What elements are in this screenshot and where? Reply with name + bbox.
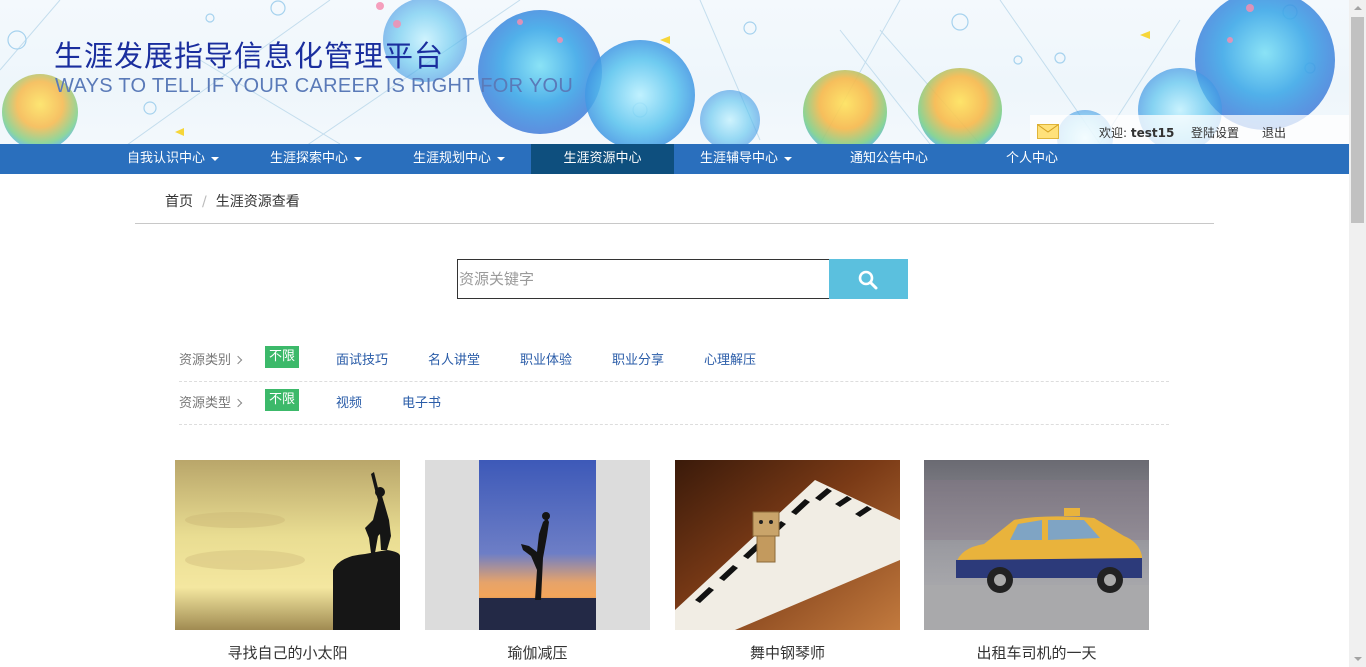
filter-option-sharing[interactable]: 职业分享 (612, 349, 664, 368)
resource-card[interactable]: 出租车司机的一天 (924, 460, 1149, 662)
nav-label: 个人中心 (1005, 151, 1058, 166)
nav-label: 生涯探索中心 (269, 151, 348, 166)
nav-notices[interactable]: 通知公告中心 (818, 144, 960, 174)
welcome-text: 欢迎: test15 (1099, 124, 1174, 141)
nav-guidance[interactable]: 生涯辅导中心 (675, 144, 817, 174)
resource-thumbnail[interactable] (924, 460, 1149, 630)
filter-type: 资源类型 不限 视频 电子书 (179, 382, 1169, 425)
nav-planning[interactable]: 生涯规划中心 (388, 144, 530, 174)
filter-option-lectures[interactable]: 名人讲堂 (428, 349, 480, 368)
resource-title[interactable]: 寻找自己的小太阳 (175, 642, 400, 663)
user-bar: 欢迎: test15 登陆设置 退出 (1030, 115, 1349, 144)
caret-down-icon (354, 156, 362, 161)
filter-option-ebook[interactable]: 电子书 (402, 392, 441, 411)
caret-down-icon (784, 156, 792, 161)
filter-option-experience[interactable]: 职业体验 (520, 349, 572, 368)
resource-card[interactable]: 舞中钢琴师 (675, 460, 900, 662)
header-banner: 生涯发展指导信息化管理平台 WAYS TO TELL IF YOUR CAREE… (0, 0, 1349, 144)
nav-label: 生涯资源中心 (563, 151, 642, 166)
filter-label: 资源类别 (179, 349, 243, 368)
caret-down-icon (211, 156, 219, 161)
filter-option-stress-relief[interactable]: 心理解压 (704, 349, 756, 368)
nav-self-awareness[interactable]: 自我认识中心 (102, 144, 244, 174)
filter-option-video[interactable]: 视频 (336, 392, 362, 411)
resource-thumbnail[interactable] (675, 460, 900, 630)
filter-option-interview[interactable]: 面试技巧 (336, 349, 388, 368)
nav-resources[interactable]: 生涯资源中心 (531, 144, 674, 174)
main-nav: 自我认识中心 生涯探索中心 生涯规划中心 生涯资源中心 生涯辅导中心 通知公告中… (0, 144, 1349, 174)
mail-icon[interactable] (1037, 124, 1059, 139)
nav-label: 通知公告中心 (849, 151, 928, 166)
breadcrumb: 首页 / 生涯资源查看 (165, 191, 300, 211)
filter-label: 资源类型 (179, 392, 243, 411)
breadcrumb-home[interactable]: 首页 (165, 194, 193, 210)
login-settings-link[interactable]: 登陆设置 (1191, 124, 1239, 141)
site-title: 生涯发展指导信息化管理平台 (54, 39, 445, 73)
scroll-down-arrow-icon[interactable] (1349, 650, 1366, 667)
resource-title[interactable]: 舞中钢琴师 (675, 642, 900, 663)
nav-label: 生涯辅导中心 (699, 151, 778, 166)
search-button[interactable] (829, 259, 908, 299)
chevron-right-icon (233, 355, 243, 365)
breadcrumb-current: 生涯资源查看 (215, 194, 300, 210)
filter-category: 资源类别 不限 面试技巧 名人讲堂 职业体验 职业分享 心理解压 (179, 339, 1169, 382)
resource-thumbnail[interactable] (175, 460, 400, 630)
search-input[interactable] (457, 259, 829, 299)
breadcrumb-separator: / (202, 194, 207, 210)
site-subtitle: WAYS TO TELL IF YOUR CAREER IS RIGHT FOR… (55, 75, 574, 97)
resource-title[interactable]: 瑜伽减压 (425, 642, 650, 663)
scrollbar-thumb[interactable] (1351, 17, 1364, 223)
caret-down-icon (497, 156, 505, 161)
nav-personal[interactable]: 个人中心 (961, 144, 1103, 174)
nav-label: 生涯规划中心 (412, 151, 491, 166)
resource-thumbnail[interactable] (425, 460, 650, 630)
resource-title[interactable]: 出租车司机的一天 (924, 642, 1149, 663)
resource-card[interactable]: 瑜伽减压 (425, 460, 650, 662)
welcome-label: 欢迎: (1099, 126, 1131, 140)
chevron-right-icon (233, 398, 243, 408)
nav-label: 自我认识中心 (126, 151, 205, 166)
filter-type-label: 资源类型 (179, 396, 232, 411)
divider (135, 223, 1214, 224)
search-icon (858, 270, 878, 290)
scroll-up-arrow-icon[interactable] (1349, 0, 1366, 17)
filter-option-all[interactable]: 不限 (265, 346, 300, 368)
nav-exploration[interactable]: 生涯探索中心 (245, 144, 387, 174)
logout-link[interactable]: 退出 (1262, 124, 1286, 141)
vertical-scrollbar[interactable] (1349, 0, 1366, 667)
filter-option-all[interactable]: 不限 (265, 389, 300, 411)
filter-category-label: 资源类别 (179, 353, 232, 368)
page: 生涯发展指导信息化管理平台 WAYS TO TELL IF YOUR CAREE… (0, 0, 1366, 667)
username: test15 (1130, 126, 1175, 140)
resource-card[interactable]: 寻找自己的小太阳 (175, 460, 400, 662)
